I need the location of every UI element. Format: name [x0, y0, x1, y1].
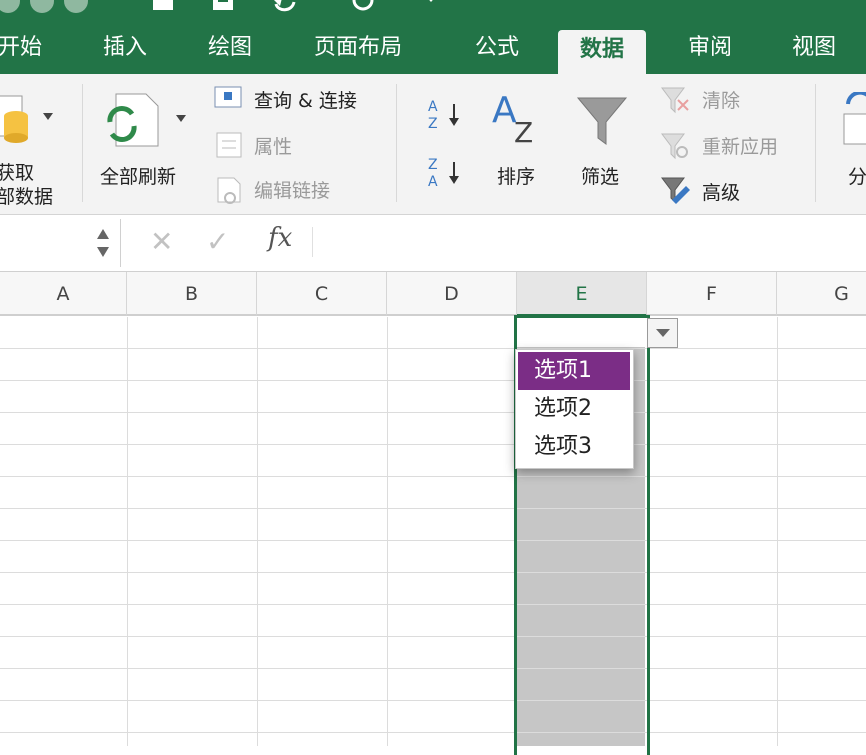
cancel-icon[interactable]: ✕	[150, 225, 173, 258]
row-line	[0, 412, 866, 413]
ribbon: 获取 部数据 全部刷新 查询 & 连接 属性 编辑链接 A Z Z A A Z …	[0, 74, 866, 215]
enter-icon[interactable]: ✓	[206, 225, 229, 258]
svg-text:A: A	[428, 99, 438, 115]
tab-view[interactable]: 视图	[792, 22, 836, 74]
formula-divider	[312, 227, 313, 257]
column-line	[127, 317, 128, 746]
title-bar	[0, 0, 866, 22]
properties-icon[interactable]	[216, 132, 242, 158]
column-header-a[interactable]: A	[0, 272, 127, 316]
get-data-label-line1: 获取	[0, 162, 35, 184]
column-line	[387, 317, 388, 746]
tab-draw[interactable]: 绘图	[208, 22, 252, 74]
query-connection-icon[interactable]	[214, 86, 242, 110]
sort-za-icon[interactable]: Z A	[426, 154, 464, 190]
tab-page-layout[interactable]: 页面布局	[314, 22, 402, 74]
filter-icon[interactable]	[574, 92, 630, 148]
get-data-label-line2: 部数据	[0, 186, 54, 208]
tab-home[interactable]: 开始	[0, 22, 42, 74]
dropdown-list: 选项1 选项2 选项3	[515, 349, 634, 469]
tab-insert[interactable]: 插入	[103, 22, 147, 74]
window-control-icon[interactable]	[64, 0, 88, 13]
row-line	[0, 444, 866, 445]
worksheet-grid[interactable]	[0, 317, 866, 746]
save-icon[interactable]	[210, 0, 236, 14]
name-box[interactable]	[0, 219, 121, 267]
row-line	[0, 732, 866, 733]
dropdown-button[interactable]	[647, 318, 678, 348]
chevron-down-icon[interactable]	[42, 112, 54, 122]
chevron-down-icon[interactable]	[418, 0, 444, 14]
row-line	[0, 604, 866, 605]
get-data-button[interactable]: 获取 部数据	[0, 161, 53, 209]
advanced-button[interactable]: 高级	[702, 178, 740, 205]
column-header-f[interactable]: F	[647, 272, 777, 316]
sort-az-icon[interactable]: A Z	[426, 96, 464, 132]
filter-button[interactable]: 筛选	[581, 162, 619, 189]
svg-text:Z: Z	[428, 157, 438, 173]
edit-links-icon[interactable]	[216, 176, 246, 206]
dropdown-option-2[interactable]: 选项2	[518, 390, 630, 428]
sort-icon[interactable]: A Z	[490, 90, 546, 146]
row-line	[0, 508, 866, 509]
stepper-icon[interactable]	[96, 227, 110, 259]
column-header-b[interactable]: B	[127, 272, 257, 316]
redo-icon[interactable]	[350, 0, 376, 14]
column-header-g[interactable]: G	[777, 272, 866, 316]
chevron-down-icon	[656, 329, 670, 337]
column-header-c[interactable]: C	[257, 272, 387, 316]
text-to-columns-icon[interactable]	[840, 92, 866, 148]
column-line	[777, 317, 778, 746]
advanced-filter-icon[interactable]	[660, 176, 692, 206]
edit-links-button[interactable]: 编辑链接	[254, 176, 330, 203]
insert-function-icon[interactable]: fx	[268, 223, 292, 253]
ribbon-divider	[815, 84, 816, 202]
reapply-icon[interactable]	[660, 132, 690, 160]
tab-review[interactable]: 审阅	[688, 22, 732, 74]
column-header-e[interactable]: E	[517, 272, 647, 316]
sort-button[interactable]: 排序	[497, 162, 535, 189]
row-line	[0, 348, 866, 349]
tab-data[interactable]: 数据	[558, 30, 647, 74]
svg-text:Z: Z	[428, 116, 438, 132]
dropdown-option-3[interactable]: 选项3	[518, 428, 630, 466]
refresh-icon[interactable]	[104, 92, 160, 148]
svg-text:Z: Z	[514, 116, 533, 146]
row-line	[0, 540, 866, 541]
formula-bar: ✕ ✓ fx	[0, 215, 866, 272]
ribbon-tab-bar: 开始 插入 绘图 页面布局 公式 数据 审阅 视图	[0, 22, 866, 74]
row-line	[0, 380, 866, 381]
clear-button[interactable]: 清除	[702, 86, 740, 113]
reapply-button[interactable]: 重新应用	[702, 132, 778, 159]
row-line	[0, 476, 866, 477]
clear-filter-icon[interactable]	[660, 86, 690, 114]
queries-connections-button[interactable]: 查询 & 连接	[254, 86, 357, 113]
dropdown-option-1[interactable]: 选项1	[518, 352, 630, 390]
row-line	[0, 636, 866, 637]
undo-icon[interactable]	[272, 0, 298, 14]
window-control-icon[interactable]	[0, 0, 20, 13]
ribbon-divider	[82, 84, 83, 202]
row-line	[0, 572, 866, 573]
tab-formulas[interactable]: 公式	[475, 22, 519, 74]
window-control-icon[interactable]	[30, 0, 54, 13]
column-header-d[interactable]: D	[387, 272, 517, 316]
row-line	[0, 700, 866, 701]
refresh-all-button[interactable]: 全部刷新	[100, 162, 176, 189]
home-icon[interactable]	[150, 0, 176, 14]
row-line	[0, 668, 866, 669]
svg-text:A: A	[428, 174, 438, 190]
column-line	[257, 317, 258, 746]
partial-ribbon-button[interactable]: 分	[848, 162, 866, 189]
chevron-down-icon[interactable]	[175, 114, 187, 124]
ribbon-divider	[396, 84, 397, 202]
properties-button[interactable]: 属性	[254, 132, 292, 159]
database-icon[interactable]	[0, 92, 34, 146]
